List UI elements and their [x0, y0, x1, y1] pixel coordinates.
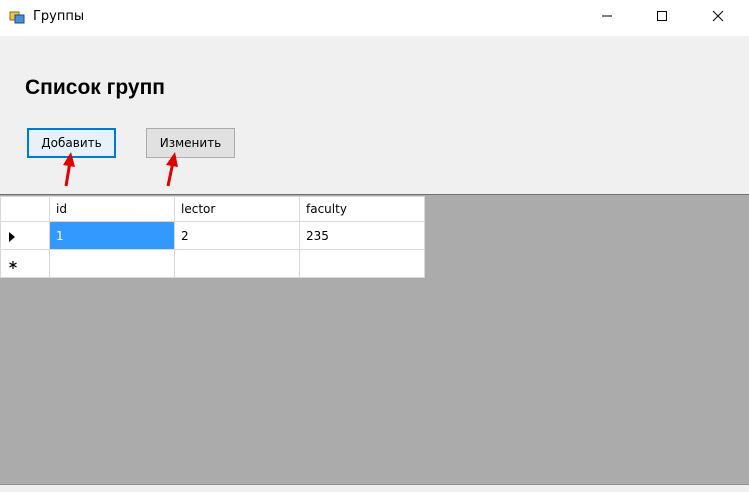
- window-title: Группы: [33, 9, 85, 24]
- grid-table: id lector faculty 1 2 235: [0, 196, 425, 278]
- column-header-id[interactable]: id: [49, 196, 175, 222]
- table-row-new[interactable]: [0, 249, 425, 278]
- edit-button[interactable]: Изменить: [146, 128, 235, 158]
- column-header-lector[interactable]: lector: [174, 196, 300, 222]
- grid-cell-id[interactable]: 1: [49, 221, 175, 250]
- close-icon: [712, 10, 724, 22]
- column-header-faculty[interactable]: faculty: [299, 196, 425, 222]
- page-title: Список групп: [25, 76, 165, 99]
- corner-header-cell[interactable]: [0, 196, 50, 222]
- maximize-icon: [657, 11, 667, 21]
- grid-cell-faculty[interactable]: [299, 249, 425, 278]
- current-row-icon: [9, 232, 15, 242]
- minimize-icon: [602, 15, 612, 17]
- row-header-cell[interactable]: [0, 221, 50, 250]
- grid-cell-lector[interactable]: 2: [174, 221, 300, 250]
- grid-cell-faculty[interactable]: 235: [299, 221, 425, 250]
- new-row-icon: [9, 261, 17, 269]
- row-header-cell[interactable]: [0, 249, 50, 278]
- table-row[interactable]: 1 2 235: [0, 221, 425, 250]
- annotation-arrow-icon: [63, 152, 75, 187]
- close-button[interactable]: [695, 0, 741, 32]
- grid-header-row: id lector faculty: [0, 196, 425, 222]
- app-window-icon: [9, 9, 25, 25]
- maximize-button[interactable]: [639, 0, 685, 32]
- data-grid[interactable]: id lector faculty 1 2 235: [0, 194, 749, 485]
- title-bar: Группы: [0, 0, 749, 36]
- form-client-area: Список групп Добавить Изменить: [0, 36, 749, 194]
- minimize-button[interactable]: [584, 0, 630, 32]
- grid-cell-id[interactable]: [49, 249, 175, 278]
- grid-cell-lector[interactable]: [174, 249, 300, 278]
- annotation-arrow-icon: [166, 152, 178, 187]
